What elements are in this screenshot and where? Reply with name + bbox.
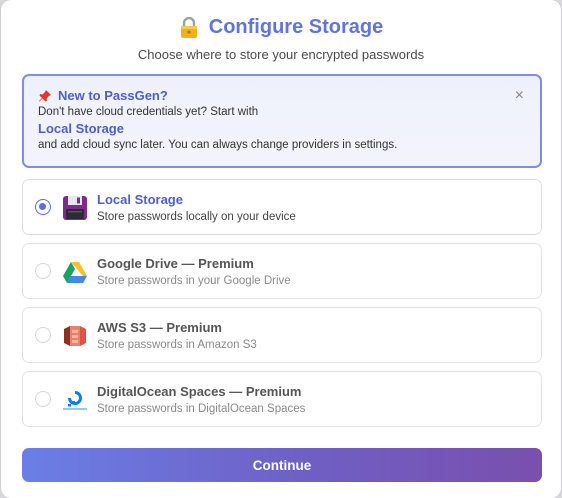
option-description: Store passwords in your Google Drive bbox=[97, 275, 291, 287]
option-title: DigitalOcean Spaces — Premium bbox=[97, 384, 302, 399]
floppy-disk-icon bbox=[63, 196, 87, 220]
page-title: Configure Storage bbox=[208, 16, 384, 38]
google-drive-icon bbox=[63, 262, 87, 283]
storage-option-local[interactable]: Local Storage Store passwords locally on… bbox=[22, 179, 542, 235]
storage-option-digitalocean[interactable]: DigitalOcean Spaces — Premium Store pass… bbox=[22, 371, 542, 427]
option-description: Store passwords locally on your device bbox=[97, 211, 296, 223]
option-title: AWS S3 — Premium bbox=[97, 320, 222, 335]
lock-icon bbox=[180, 16, 197, 38]
radio-aws-s3[interactable] bbox=[35, 327, 51, 343]
title-row: Configure Storage bbox=[1, 16, 561, 39]
option-text: Local Storage Store passwords locally on… bbox=[97, 192, 296, 223]
page-subtitle: Choose where to store your encrypted pas… bbox=[137, 47, 425, 62]
storage-option-google-drive[interactable]: Google Drive — Premium Store passwords i… bbox=[22, 243, 542, 299]
continue-button[interactable]: Continue bbox=[22, 448, 542, 482]
option-text: AWS S3 — Premium Store passwords in Amaz… bbox=[97, 320, 257, 351]
notice-text-line1: Don't have cloud credentials yet? Start … bbox=[38, 106, 259, 118]
option-title: Local Storage bbox=[97, 192, 183, 207]
radio-local-storage[interactable] bbox=[35, 199, 51, 215]
option-title: Google Drive — Premium bbox=[97, 256, 254, 271]
radio-digitalocean[interactable] bbox=[35, 391, 51, 407]
configure-storage-dialog: Configure Storage Choose where to store … bbox=[1, 0, 561, 498]
option-text: Google Drive — Premium Store passwords i… bbox=[97, 256, 291, 287]
pushpin-icon bbox=[39, 89, 51, 101]
storage-option-aws-s3[interactable]: AWS S3 — Premium Store passwords in Amaz… bbox=[22, 307, 542, 363]
notice-title: New to PassGen? bbox=[58, 88, 168, 103]
radio-google-drive[interactable] bbox=[35, 263, 51, 279]
digitalocean-icon bbox=[63, 391, 87, 410]
aws-s3-icon bbox=[64, 326, 86, 346]
new-user-notice: New to PassGen? × Don't have cloud crede… bbox=[22, 74, 542, 168]
close-icon[interactable]: × bbox=[515, 88, 524, 104]
option-description: Store passwords in DigitalOcean Spaces bbox=[97, 403, 306, 415]
option-text: DigitalOcean Spaces — Premium Store pass… bbox=[97, 384, 305, 415]
option-description: Store passwords in Amazon S3 bbox=[97, 339, 257, 351]
local-storage-link[interactable]: Local Storage bbox=[38, 121, 526, 136]
notice-header: New to PassGen? bbox=[38, 88, 526, 103]
notice-text-line2: and add cloud sync later. You can always… bbox=[38, 139, 398, 151]
